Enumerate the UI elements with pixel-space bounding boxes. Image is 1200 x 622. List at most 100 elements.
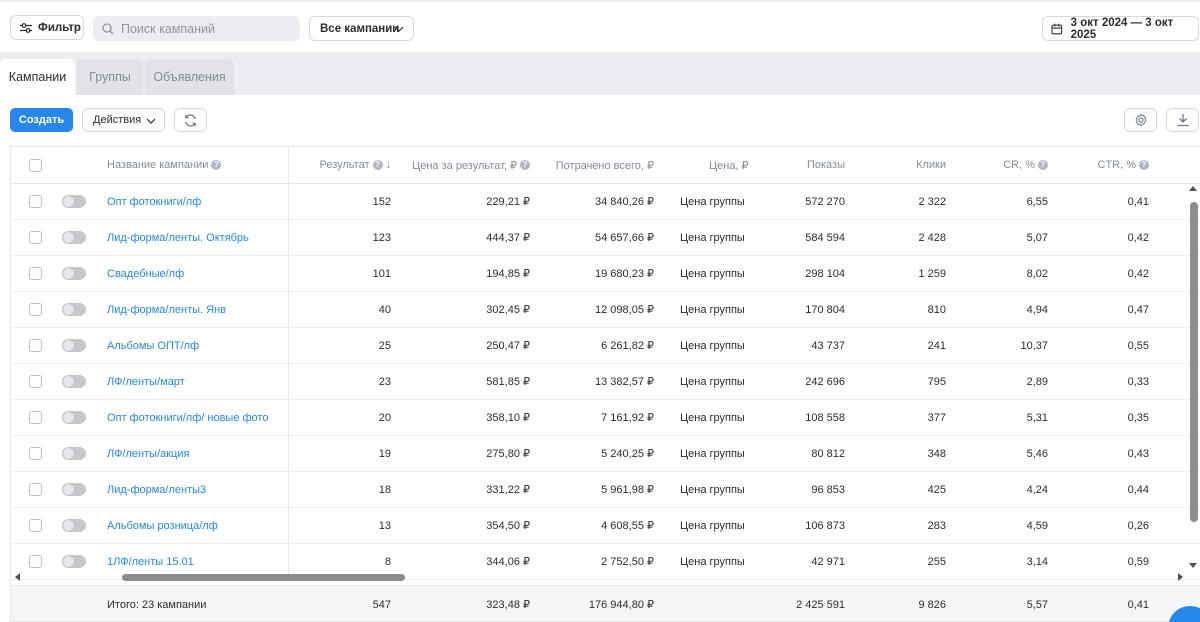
row-checkbox[interactable]	[29, 375, 42, 388]
campaign-select-value: Все кампании	[320, 22, 400, 35]
status-toggle[interactable]	[62, 519, 86, 532]
header-spent-label: Потрачено всего, ₽	[555, 159, 654, 172]
header-spent[interactable]: Потрачено всего, ₽	[556, 147, 654, 183]
create-button[interactable]: Создать	[10, 108, 73, 132]
row-checkbox[interactable]	[29, 555, 42, 568]
campaign-name-link[interactable]: ЛФ/ленты/акция	[107, 436, 189, 471]
row-toggle-cell	[62, 184, 86, 219]
header-impressions[interactable]: Показы	[807, 147, 845, 183]
header-ctr[interactable]: CTR, %?	[1098, 147, 1149, 183]
tab-campaigns[interactable]: Кампании	[0, 59, 75, 95]
scroll-left-icon[interactable]	[14, 573, 22, 581]
date-range-button[interactable]: 3 окт 2024 — 3 окт 2025	[1042, 16, 1199, 41]
row-checkbox[interactable]	[29, 195, 42, 208]
table-settings-button[interactable]	[1124, 108, 1157, 132]
cell-price: Цена группы	[680, 231, 745, 244]
cell-ctr: 0,41	[1127, 195, 1149, 208]
status-toggle[interactable]	[62, 267, 86, 280]
search-input[interactable]	[121, 21, 291, 36]
table-row[interactable]: Лид-форма/ленты. Янв 40 302,45 ₽ 12 098,05 …	[11, 292, 1200, 328]
total-cpr: 323,48 ₽	[486, 599, 530, 611]
help-icon[interactable]: ?	[372, 160, 383, 170]
campaign-name-link[interactable]: Лид-форма/ленты. Октябрь	[107, 220, 249, 255]
status-toggle[interactable]	[62, 303, 86, 316]
cell-result: 19	[378, 447, 391, 460]
header-cost-per-result[interactable]: Цена за результат, ₽?	[412, 147, 530, 183]
cell-cpr: 229,21 ₽	[486, 196, 530, 208]
cell-cr: 10,37	[1020, 339, 1048, 352]
total-label: Итого: 23 кампании	[107, 598, 207, 611]
cell-ctr: 0,33	[1127, 375, 1149, 388]
cell-clicks: 377	[927, 411, 946, 424]
scroll-up-icon[interactable]	[1189, 185, 1197, 193]
status-toggle[interactable]	[62, 447, 86, 460]
row-checkbox[interactable]	[29, 339, 42, 352]
cell-result: 18	[378, 483, 391, 496]
help-icon[interactable]: ?	[211, 160, 222, 170]
campaign-name-link[interactable]: Свадебные/лф	[107, 256, 184, 291]
campaign-select[interactable]: Все кампании	[309, 16, 414, 41]
filter-button[interactable]: Фильтр	[10, 15, 84, 40]
horizontal-scrollbar[interactable]	[11, 571, 1200, 583]
header-price[interactable]: Цена, ₽	[709, 147, 749, 183]
cell-spent: 5 240,25 ₽	[601, 448, 654, 460]
campaign-name-link[interactable]: Опт фотокниги/лф/ новые фото	[107, 400, 268, 435]
campaign-name-link[interactable]: Лид-форма/ленты. Янв	[107, 292, 226, 327]
row-checkbox[interactable]	[29, 483, 42, 496]
status-toggle[interactable]	[62, 375, 86, 388]
table-row[interactable]: Лид-форма/ленты3 18 331,22 ₽ 5 961,98 ₽ Цена…	[11, 472, 1200, 508]
row-checkbox[interactable]	[29, 231, 42, 244]
cell-cpr: 358,10 ₽	[486, 412, 530, 424]
cell-clicks: 283	[927, 519, 946, 532]
table-row[interactable]: Альбомы ОПТ/лф 25 250,47 ₽ 6 261,82 ₽ Цена г…	[11, 328, 1200, 364]
cell-impressions: 108 558	[805, 411, 845, 424]
row-checkbox-cell	[29, 472, 42, 507]
table-row[interactable]: ЛФ/ленты/акция 19 275,80 ₽ 5 240,25 ₽ Цена г…	[11, 436, 1200, 472]
status-toggle[interactable]	[62, 231, 86, 244]
cell-impressions: 298 104	[805, 267, 845, 280]
help-icon[interactable]: ?	[520, 160, 530, 170]
status-toggle[interactable]	[62, 483, 86, 496]
refresh-button[interactable]	[174, 108, 207, 132]
scroll-right-icon[interactable]	[1176, 573, 1184, 581]
status-toggle[interactable]	[62, 195, 86, 208]
horizontal-scroll-thumb[interactable]	[122, 574, 405, 581]
row-checkbox[interactable]	[29, 411, 42, 424]
cell-impressions: 572 270	[805, 195, 845, 208]
campaign-name-link[interactable]: Альбомы ОПТ/лф	[107, 328, 199, 363]
status-toggle[interactable]	[62, 411, 86, 424]
help-icon[interactable]: ?	[1038, 160, 1048, 170]
row-checkbox[interactable]	[29, 447, 42, 460]
header-name[interactable]: Название кампании?	[107, 147, 222, 183]
cell-result: 123	[372, 231, 391, 244]
help-icon[interactable]: ?	[1139, 160, 1149, 170]
status-toggle[interactable]	[62, 339, 86, 352]
tab-ads[interactable]: Объявления	[145, 59, 234, 95]
row-checkbox[interactable]	[29, 267, 42, 280]
table-row[interactable]: ЛФ/ленты/март 23 581,85 ₽ 13 382,57 ₽ Цена г…	[11, 364, 1200, 400]
cell-price: Цена группы	[680, 267, 745, 280]
select-all-checkbox[interactable]	[29, 158, 42, 172]
cell-result: 101	[372, 267, 391, 280]
campaign-name-link[interactable]: Опт фотокниги/лф	[107, 184, 201, 219]
header-result[interactable]: Результат? ↓	[319, 147, 391, 183]
vertical-scroll-thumb[interactable]	[1190, 202, 1198, 522]
download-button[interactable]	[1166, 108, 1199, 132]
table-row[interactable]: Альбомы розница/лф 13 354,50 ₽ 4 608,55 ₽ Це…	[11, 508, 1200, 544]
table-row[interactable]: Лид-форма/ленты. Октябрь 123 444,37 ₽ 54 65…	[11, 220, 1200, 256]
table-row[interactable]: Опт фотокниги/лф/ новые фото 20 358,10 ₽ 7 …	[11, 400, 1200, 436]
scroll-down-icon[interactable]	[1189, 561, 1197, 569]
table-row[interactable]: Опт фотокниги/лф 152 229,21 ₽ 34 840,26 ₽ Це…	[11, 184, 1200, 220]
header-clicks[interactable]: Клики	[916, 147, 946, 183]
campaign-name-link[interactable]: Альбомы розница/лф	[107, 508, 218, 543]
row-checkbox[interactable]	[29, 519, 42, 532]
header-cr[interactable]: CR, %?	[1003, 147, 1048, 183]
table-row[interactable]: Свадебные/лф 101 194,85 ₽ 19 680,23 ₽ Цена г…	[11, 256, 1200, 292]
status-toggle[interactable]	[62, 555, 86, 568]
row-checkbox[interactable]	[29, 303, 42, 316]
header-name-label: Название кампании	[107, 159, 209, 171]
campaign-name-link[interactable]: ЛФ/ленты/март	[107, 364, 185, 399]
tab-groups[interactable]: Группы	[77, 59, 143, 95]
actions-dropdown[interactable]: Действия	[82, 108, 165, 132]
campaign-name-link[interactable]: Лид-форма/ленты3	[107, 472, 206, 507]
